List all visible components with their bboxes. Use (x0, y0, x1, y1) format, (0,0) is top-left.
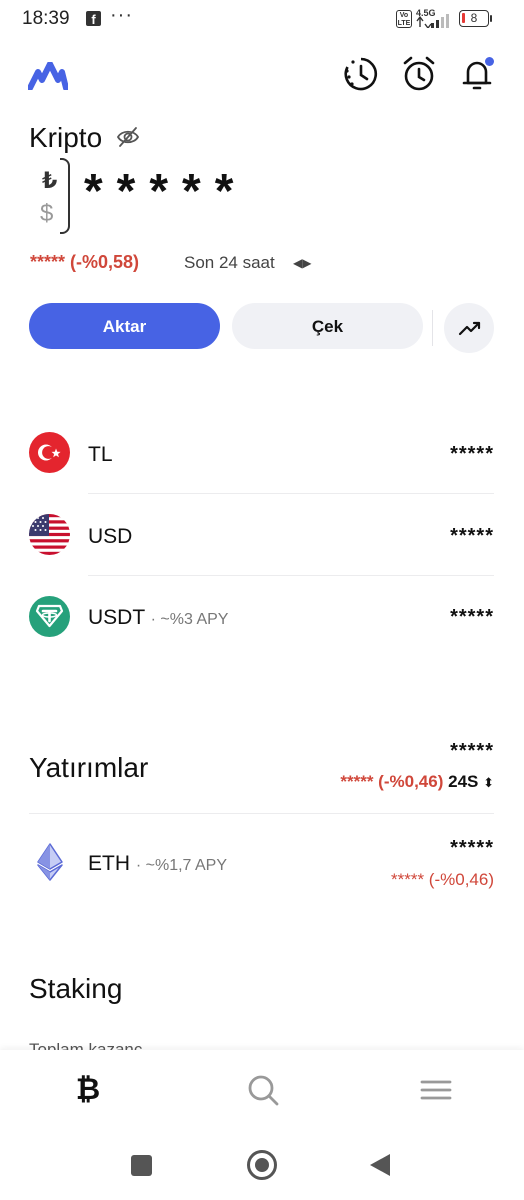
signal-icon (416, 14, 449, 28)
asset-apy: · ~%3 APY (150, 611, 229, 628)
trending-up-icon (458, 321, 481, 336)
logo-icon[interactable] (28, 62, 68, 90)
transfer-button[interactable]: Aktar (29, 303, 220, 349)
asset-name: ETH (88, 852, 130, 875)
investments-period[interactable]: 24S (448, 772, 478, 791)
divider (432, 310, 433, 346)
balance-hidden-value: ***** (84, 165, 248, 218)
usa-flag-icon (29, 514, 70, 555)
period-selector[interactable]: Son 24 saat (184, 253, 275, 273)
turkey-flag-icon (29, 432, 70, 473)
investments-change-row: ***** (-%0,46) 24S ⬍ (340, 772, 494, 792)
investment-change: ***** (-%0,46) (391, 870, 494, 889)
home-icon[interactable] (247, 1150, 277, 1180)
back-icon[interactable] (368, 1153, 392, 1177)
withdraw-button[interactable]: Çek (232, 303, 423, 349)
investments-total: ***** (450, 740, 494, 762)
ethereum-icon (33, 842, 67, 882)
divider (29, 813, 494, 814)
asset-value: ***** (450, 606, 494, 628)
staking-title: Staking (29, 973, 123, 1004)
asset-name: USDT (88, 606, 145, 629)
menu-icon[interactable] (418, 1072, 454, 1108)
alarm-icon[interactable] (401, 56, 437, 92)
balance-change: ***** (-%0,58) (30, 252, 140, 272)
staking-total-label: Toplam kazanç (29, 1040, 143, 1050)
asset-row-usdt[interactable]: USDT · ~%3 APY (88, 606, 228, 630)
facebook-notification-icon: f (86, 11, 101, 27)
currency-switch-bracket (60, 158, 70, 234)
page-title: Kripto (29, 122, 103, 153)
asset-row-tl[interactable]: TL (88, 443, 113, 467)
asset-name: USD (88, 525, 133, 548)
investment-value: ***** (450, 837, 494, 859)
left-right-arrows-icon[interactable]: ◀▶ (293, 256, 311, 270)
recents-icon[interactable] (131, 1155, 152, 1176)
notification-dot (485, 57, 494, 66)
battery-level: 8 (470, 11, 478, 25)
volte-icon: Vo LTE (396, 10, 412, 28)
sort-arrows-icon[interactable]: ⬍ (483, 775, 494, 790)
more-notifications-icon: ··· (110, 4, 133, 26)
investments-title: Yatırımlar (29, 752, 149, 783)
search-icon[interactable] (245, 1072, 281, 1108)
battery-tip (490, 15, 492, 22)
currency-tl-toggle[interactable]: ₺ (42, 168, 57, 194)
divider (88, 493, 494, 494)
chart-button[interactable] (444, 303, 494, 353)
battery-icon: 8 (459, 10, 489, 27)
history-icon[interactable] (343, 56, 379, 92)
asset-value: ***** (450, 525, 494, 547)
investment-row-eth[interactable]: ETH · ~%1,7 APY (88, 852, 227, 876)
divider (88, 575, 494, 576)
asset-value: ***** (450, 443, 494, 465)
asset-apy: · ~%1,7 APY (135, 857, 228, 874)
investments-change: ***** (-%0,46) (340, 772, 444, 791)
bitcoin-icon[interactable]: ₿ (70, 1072, 106, 1108)
tether-icon (29, 596, 70, 637)
eye-off-icon[interactable] (116, 126, 140, 148)
currency-usd-toggle[interactable]: $ (40, 200, 53, 228)
asset-name: TL (88, 443, 113, 466)
asset-row-usd[interactable]: USD (88, 525, 132, 549)
status-time: 18:39 (22, 8, 70, 29)
